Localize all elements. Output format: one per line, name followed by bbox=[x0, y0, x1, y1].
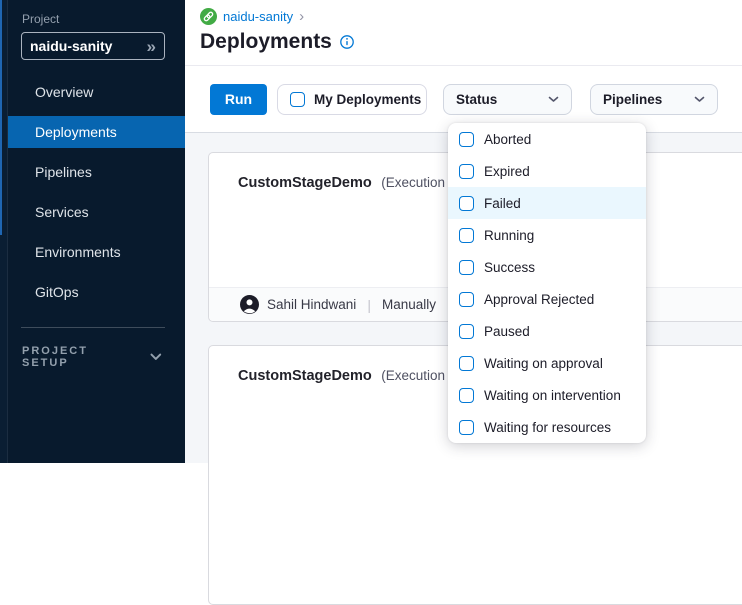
chevron-down-icon bbox=[694, 96, 705, 103]
page-title: Deployments bbox=[200, 30, 332, 54]
status-option-checkbox[interactable] bbox=[459, 420, 474, 435]
breadcrumb: naidu-sanity › bbox=[200, 8, 304, 25]
sidebar-item-services[interactable]: Services bbox=[8, 196, 185, 228]
user-avatar-icon bbox=[240, 295, 259, 314]
status-option-aborted[interactable]: Aborted bbox=[448, 123, 646, 155]
pipelines-filter-label: Pipelines bbox=[603, 92, 662, 107]
status-option-label: Failed bbox=[484, 196, 521, 211]
breadcrumb-project-link[interactable]: naidu-sanity bbox=[223, 9, 293, 24]
project-setup-label: PROJECT SETUP bbox=[22, 345, 136, 369]
project-label: Project bbox=[22, 12, 59, 26]
sidebar-nav: Overview Deployments Pipelines Services … bbox=[8, 76, 185, 316]
sidebar-item-deployments[interactable]: Deployments bbox=[8, 116, 185, 148]
project-selector[interactable]: » bbox=[21, 32, 165, 60]
status-option-checkbox[interactable] bbox=[459, 292, 474, 307]
status-option-label: Success bbox=[484, 260, 535, 275]
status-option-label: Waiting for resources bbox=[484, 420, 611, 435]
status-option-label: Running bbox=[484, 228, 534, 243]
status-option-waiting-on-approval[interactable]: Waiting on approval bbox=[448, 347, 646, 379]
sidebar-item-label: Deployments bbox=[35, 124, 117, 140]
status-option-expired[interactable]: Expired bbox=[448, 155, 646, 187]
status-option-checkbox[interactable] bbox=[459, 164, 474, 179]
module-rail bbox=[0, 0, 8, 463]
module-rail-indicator bbox=[0, 0, 2, 235]
chevron-right-icon: › bbox=[299, 9, 304, 24]
status-option-waiting-on-intervention[interactable]: Waiting on intervention bbox=[448, 379, 646, 411]
status-option-label: Waiting on intervention bbox=[484, 388, 621, 403]
status-option-label: Approval Rejected bbox=[484, 292, 594, 307]
project-setup-toggle[interactable]: PROJECT SETUP bbox=[22, 346, 162, 368]
sidebar-item-overview[interactable]: Overview bbox=[8, 76, 185, 108]
main-area: naidu-sanity › Deployments Run My Deploy… bbox=[185, 0, 742, 463]
info-icon[interactable] bbox=[340, 35, 354, 49]
sidebar-item-label: Overview bbox=[35, 84, 93, 100]
status-option-checkbox[interactable] bbox=[459, 196, 474, 211]
trigger-type: Manually bbox=[382, 297, 436, 312]
status-option-checkbox[interactable] bbox=[459, 228, 474, 243]
pipeline-name[interactable]: CustomStageDemo bbox=[238, 175, 372, 191]
pipelines-filter-dropdown[interactable]: Pipelines bbox=[590, 84, 718, 115]
status-option-success[interactable]: Success bbox=[448, 251, 646, 283]
status-filter-dropdown[interactable]: Status bbox=[443, 84, 572, 115]
page-header: naidu-sanity › Deployments bbox=[185, 0, 742, 66]
status-option-checkbox[interactable] bbox=[459, 324, 474, 339]
status-option-running[interactable]: Running bbox=[448, 219, 646, 251]
status-option-checkbox[interactable] bbox=[459, 132, 474, 147]
status-option-label: Waiting on approval bbox=[484, 356, 603, 371]
page-title-row: Deployments bbox=[200, 30, 354, 54]
chevron-down-icon bbox=[548, 96, 559, 103]
status-option-failed[interactable]: Failed bbox=[448, 187, 646, 219]
sidebar-item-environments[interactable]: Environments bbox=[8, 236, 185, 268]
footer-divider: | bbox=[367, 297, 371, 313]
sidebar-item-label: Pipelines bbox=[35, 164, 92, 180]
sidebar-item-label: Services bbox=[35, 204, 89, 220]
status-option-label: Expired bbox=[484, 164, 530, 179]
status-filter-menu: Aborted Expired Failed Running Success A… bbox=[448, 123, 646, 443]
pipeline-name[interactable]: CustomStageDemo bbox=[238, 368, 372, 384]
my-deployments-toggle[interactable]: My Deployments bbox=[277, 84, 427, 115]
double-chevron-right-icon[interactable]: » bbox=[147, 38, 156, 55]
sidebar-item-label: GitOps bbox=[35, 284, 79, 300]
status-option-approval-rejected[interactable]: Approval Rejected bbox=[448, 283, 646, 315]
chevron-down-icon bbox=[150, 353, 162, 361]
run-button[interactable]: Run bbox=[210, 84, 267, 115]
status-option-label: Paused bbox=[484, 324, 530, 339]
status-option-checkbox[interactable] bbox=[459, 388, 474, 403]
status-option-waiting-for-resources[interactable]: Waiting for resources bbox=[448, 411, 646, 443]
sidebar-item-pipelines[interactable]: Pipelines bbox=[8, 156, 185, 188]
status-option-checkbox[interactable] bbox=[459, 356, 474, 371]
sidebar-divider bbox=[21, 327, 165, 328]
triggered-by-name: Sahil Hindwani bbox=[267, 297, 356, 312]
cd-module-icon bbox=[200, 8, 217, 25]
my-deployments-label: My Deployments bbox=[314, 92, 421, 107]
sidebar-item-gitops[interactable]: GitOps bbox=[8, 276, 185, 308]
sidebar-item-label: Environments bbox=[35, 244, 121, 260]
status-option-label: Aborted bbox=[484, 132, 531, 147]
status-option-paused[interactable]: Paused bbox=[448, 315, 646, 347]
my-deployments-checkbox[interactable] bbox=[290, 92, 305, 107]
sidebar: Project » Overview Deployments Pipelines… bbox=[0, 0, 185, 463]
status-option-checkbox[interactable] bbox=[459, 260, 474, 275]
project-input[interactable] bbox=[30, 38, 147, 54]
status-filter-label: Status bbox=[456, 92, 497, 107]
